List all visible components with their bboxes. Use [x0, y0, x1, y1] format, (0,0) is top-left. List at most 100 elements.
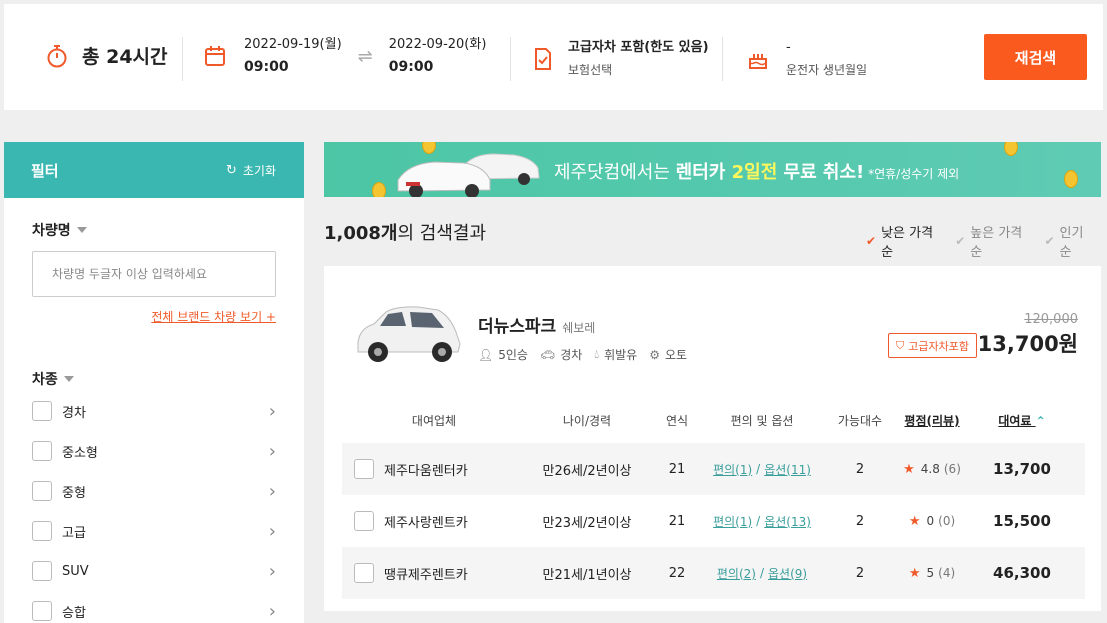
car-type-label: 중형 [62, 485, 86, 501]
promo-banner[interactable]: 제주닷컴에서는 렌터카 2일전 무료 취소! *연휴/성수기 제외 [324, 142, 1101, 197]
checkbox[interactable] [354, 459, 374, 479]
caret-down-icon [63, 376, 74, 382]
model-year: 21 [668, 461, 686, 477]
table-row[interactable]: 땡큐제주렌트카 만21세/1년이상 22 편의(2) / 옵션(9) 2 ★ 5 (4)… [342, 547, 1085, 599]
chevron-right-icon[interactable]: › [269, 521, 276, 542]
car-type-item[interactable]: 중소형 › [32, 439, 276, 463]
age-requirement: 만23세/2년이상 [542, 515, 632, 531]
table-header: 대여업체 나이/경력 연식 편의 및 옵션 가능대수 평점(리뷰) 대여료 ⌃ [342, 412, 1085, 432]
insurance-select[interactable]: 고급자차 포함(한도 있음) 보험선택 [534, 37, 709, 81]
start-time: 09:00 [244, 59, 289, 75]
chevron-right-icon[interactable]: › [269, 401, 276, 422]
options-link[interactable]: 옵션(11) [764, 461, 811, 478]
checkbox[interactable] [32, 521, 52, 541]
sort-low-price[interactable]: ✔ 낮은 가격순 [866, 222, 941, 260]
car-type-section-toggle[interactable]: 차종 [32, 369, 74, 389]
all-brands-link[interactable]: 전체 브랜드 차량 보기 + [151, 308, 276, 325]
options-cell: 편의(1) / 옵션(11) [713, 461, 811, 478]
sort-high-price[interactable]: ✔ 높은 가격순 [955, 222, 1030, 260]
checkbox[interactable] [32, 601, 52, 621]
refresh-icon: ↻ [225, 162, 237, 178]
divider [510, 37, 511, 81]
col-company: 대여업체 [411, 414, 457, 428]
options-link[interactable]: 옵션(9) [768, 565, 807, 582]
col-options: 편의 및 옵션 [730, 414, 794, 428]
rating-cell: ★ 0 (0) [897, 495, 967, 547]
start-datetime: 2022-09-19(월) 09:00 [244, 34, 342, 78]
car-type-item[interactable]: SUV › [32, 559, 276, 583]
spec-class: 경차 [560, 348, 583, 362]
sort-label: 낮은 가격순 [881, 226, 934, 260]
col-fee-label: 대여료 [998, 414, 1032, 428]
rental-fee: 15,500 [993, 512, 1051, 530]
checkbox[interactable] [32, 441, 52, 461]
fuel-drop-icon: 💧︎ [594, 347, 600, 361]
car-type-item[interactable]: 고급 › [32, 519, 276, 543]
end-date: 2022-09-20(화) [388, 37, 487, 52]
table-row[interactable]: 제주사랑렌트카 만23세/2년이상 21 편의(1) / 옵션(13) 2 ★ 0 (0… [342, 495, 1085, 547]
insurance-label: 보험선택 [568, 63, 613, 77]
convenience-link[interactable]: 편의(2) [717, 565, 756, 582]
end-datetime: 2022-09-20(화) 09:00 [389, 34, 487, 78]
table-row[interactable]: 제주다움렌터카 만26세/2년이상 21 편의(1) / 옵션(11) 2 ★ 4.8… [342, 443, 1085, 495]
start-date: 2022-09-19(월) [244, 37, 342, 52]
rating-value: 4.8 [920, 462, 940, 476]
convenience-link[interactable]: 편의(1) [713, 513, 752, 530]
options-link[interactable]: 옵션(13) [764, 513, 811, 530]
chevron-right-icon[interactable]: › [269, 441, 276, 462]
col-rating-sort[interactable]: 평점(리뷰) [897, 412, 967, 429]
checkbox[interactable] [32, 401, 52, 421]
col-fee-sort[interactable]: 대여료 ⌃ [982, 412, 1062, 429]
car-type-item[interactable]: 승합 › [32, 599, 276, 623]
car-brand: 쉐보레 [562, 321, 596, 335]
chevron-right-icon[interactable]: › [269, 481, 276, 502]
spec-seats: 5인승 [498, 348, 528, 362]
chevron-right-icon[interactable]: › [269, 601, 276, 622]
reset-label: 초기화 [242, 163, 276, 178]
review-count: (4) [938, 566, 956, 580]
coin-decoration [372, 182, 386, 197]
car-type-label: SUV [62, 563, 89, 579]
driver-label: 운전자 생년월일 [786, 63, 868, 77]
check-icon: ✔ [1044, 234, 1055, 248]
convenience-link[interactable]: 편의(1) [713, 461, 752, 478]
divider [182, 37, 183, 81]
result-count-number: 1,008개 [324, 223, 398, 244]
car-type-label: 승합 [62, 605, 86, 621]
car-type-item[interactable]: 중형 › [32, 479, 276, 503]
col-available: 가능대수 [837, 414, 883, 428]
check-icon: ✔ [866, 234, 877, 248]
car-name[interactable]: 더뉴스파크 쉐보레 [478, 312, 595, 337]
driver-birthdate[interactable]: - 운전자 생년월일 [748, 37, 867, 81]
reset-button[interactable]: ↻ 초기화 [226, 162, 276, 179]
swap-arrows-icon: ⇌ [357, 45, 373, 67]
model-year: 22 [668, 565, 686, 581]
banner-text-2: 렌터카 [675, 162, 732, 183]
spec-transmission: 오토 [664, 348, 688, 362]
search-summary-bar: 총 24시간 2022-09-19(월) 09:00 ⇌ 2022-09-20(… [4, 4, 1103, 110]
research-button[interactable]: 재검색 [984, 34, 1087, 80]
star-icon: ★ [903, 461, 915, 477]
chevron-right-icon[interactable]: › [269, 561, 276, 582]
review-count: (6) [943, 462, 961, 476]
insurance-badge: ⛉ 고급자차포함 [888, 333, 977, 358]
sort-options: ✔ 낮은 가격순 ✔ 높은 가격순 ✔ 인기순 [866, 222, 1107, 260]
caret-down-icon [76, 227, 87, 233]
checkbox[interactable] [32, 481, 52, 501]
car-type-item[interactable]: 경차 › [32, 399, 276, 423]
rental-period[interactable]: 2022-09-19(월) 09:00 ⇌ 2022-09-20(화) 09:0… [204, 34, 486, 78]
car-name-title: 차량명 [32, 223, 71, 239]
result-count-label: 의 검색결과 [397, 223, 487, 244]
checkbox[interactable] [354, 511, 374, 531]
car-name-text: 더뉴스파크 [478, 317, 557, 337]
banner-text: 제주닷컴에서는 렌터카 2일전 무료 취소! *연휴/성수기 제외 [554, 158, 959, 184]
checkbox[interactable] [354, 563, 374, 583]
insurance-value: 고급자차 포함(한도 있음) [568, 40, 709, 55]
car-name-section-toggle[interactable]: 차량명 [32, 220, 87, 240]
document-check-icon [535, 48, 551, 70]
checkbox[interactable] [32, 561, 52, 581]
check-icon: ✔ [955, 234, 966, 248]
sort-popular[interactable]: ✔ 인기순 [1044, 222, 1093, 260]
car-name-input[interactable] [32, 251, 276, 297]
rating-cell: ★ 4.8 (6) [897, 443, 967, 495]
